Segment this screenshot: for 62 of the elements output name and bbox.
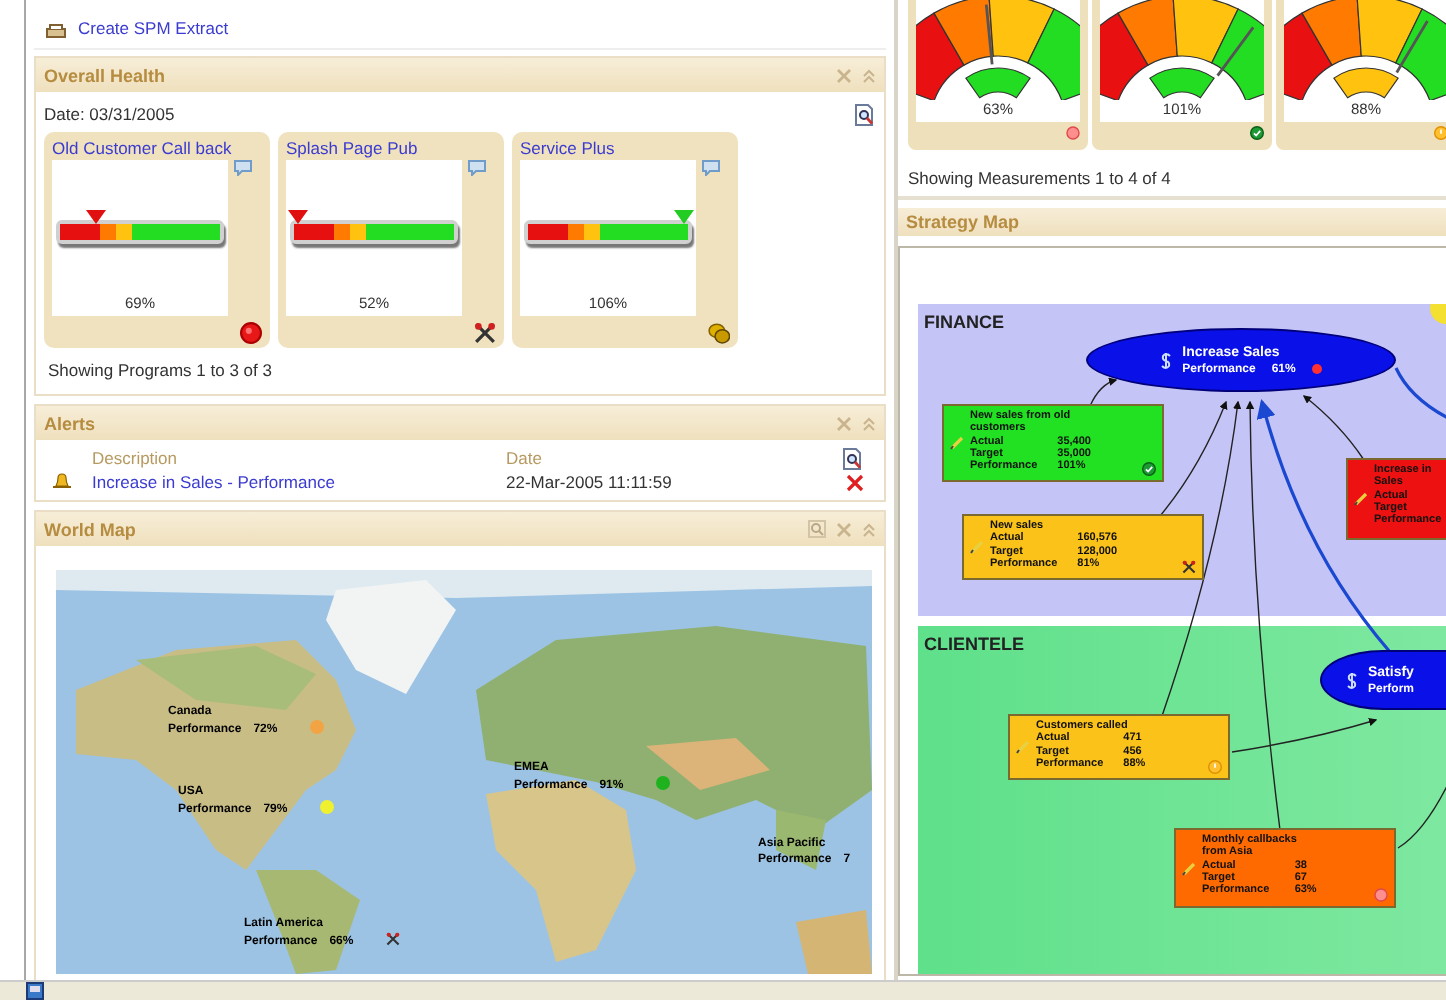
- tools-icon: [385, 932, 400, 946]
- gauge-segment: [1100, 12, 1149, 100]
- program-link[interactable]: Old Customer Call back: [52, 138, 262, 160]
- alarm-icon: [1066, 126, 1080, 140]
- program-link[interactable]: Splash Page Pub: [286, 138, 496, 160]
- tools-icon: [474, 322, 496, 344]
- collapse-icon[interactable]: [862, 521, 876, 537]
- alarm-icon: [240, 322, 262, 344]
- warning-icon: [1434, 126, 1446, 140]
- gauge-segment: [916, 12, 965, 100]
- close-icon[interactable]: [836, 67, 852, 83]
- extract-link[interactable]: Create SPM Extract: [78, 18, 229, 38]
- alert-date: 22-Mar-2005 11:11:59: [506, 472, 674, 492]
- connector-line: [1394, 367, 1446, 420]
- pencil-icon[interactable]: [970, 540, 984, 554]
- gauge-segment: [1301, 0, 1362, 66]
- perspective-title: FINANCE: [924, 312, 1004, 332]
- bell-icon: [52, 471, 72, 489]
- collapse-icon[interactable]: [862, 67, 876, 83]
- close-icon[interactable]: [836, 415, 852, 431]
- gauge-needle: [1216, 26, 1255, 77]
- document-search-icon[interactable]: [842, 447, 864, 469]
- delete-icon[interactable]: [846, 473, 864, 491]
- connector-arrow: [1089, 378, 1118, 407]
- extract-icon: [46, 24, 66, 38]
- results-count: Showing Programs 1 to 3 of 3: [48, 358, 274, 382]
- close-icon[interactable]: [836, 521, 852, 537]
- objective-icon: [1346, 671, 1358, 689]
- comment-icon[interactable]: [702, 160, 720, 176]
- gauge-needle: [1395, 20, 1429, 74]
- check-icon: [1142, 462, 1156, 476]
- alert-link[interactable]: Increase in Sales - Performance: [92, 472, 506, 492]
- date-label: Date: 03/31/2005: [44, 104, 175, 124]
- connector-line: [1397, 783, 1446, 849]
- app-icon[interactable]: [26, 982, 44, 1000]
- search-icon[interactable]: [808, 520, 826, 538]
- tools-icon: [1182, 560, 1196, 574]
- document-search-icon[interactable]: [854, 103, 876, 125]
- panel-title: Overall Health: [44, 65, 168, 85]
- panel-title: Strategy Map: [898, 208, 1446, 236]
- gauge-segment: [933, 0, 994, 66]
- perspective-title: CLIENTELE: [924, 634, 1025, 654]
- pencil-icon[interactable]: [1016, 740, 1030, 754]
- comment-icon[interactable]: [234, 160, 252, 176]
- pencil-icon[interactable]: [1354, 492, 1368, 506]
- gauge-segment: [1284, 12, 1333, 100]
- program-link[interactable]: Service Plus: [520, 138, 730, 160]
- warning-icon: [1208, 760, 1222, 774]
- gauge-segment: [1117, 0, 1178, 66]
- pencil-icon[interactable]: [950, 436, 964, 450]
- results-count: Showing Measurements 1 to 4 of 4: [908, 166, 1173, 190]
- comment-icon[interactable]: [468, 160, 486, 176]
- pencil-icon[interactable]: [1182, 861, 1196, 875]
- alarm-icon: [1374, 888, 1388, 902]
- check-icon: [1250, 126, 1264, 140]
- coins-icon: [708, 322, 730, 344]
- panel-title: World Map: [44, 519, 138, 539]
- objective-icon: [1160, 351, 1173, 369]
- collapse-icon[interactable]: [862, 415, 876, 431]
- status-indicator: [1311, 364, 1322, 374]
- gauge-needle: [984, 4, 994, 65]
- panel-title: Alerts: [44, 413, 98, 433]
